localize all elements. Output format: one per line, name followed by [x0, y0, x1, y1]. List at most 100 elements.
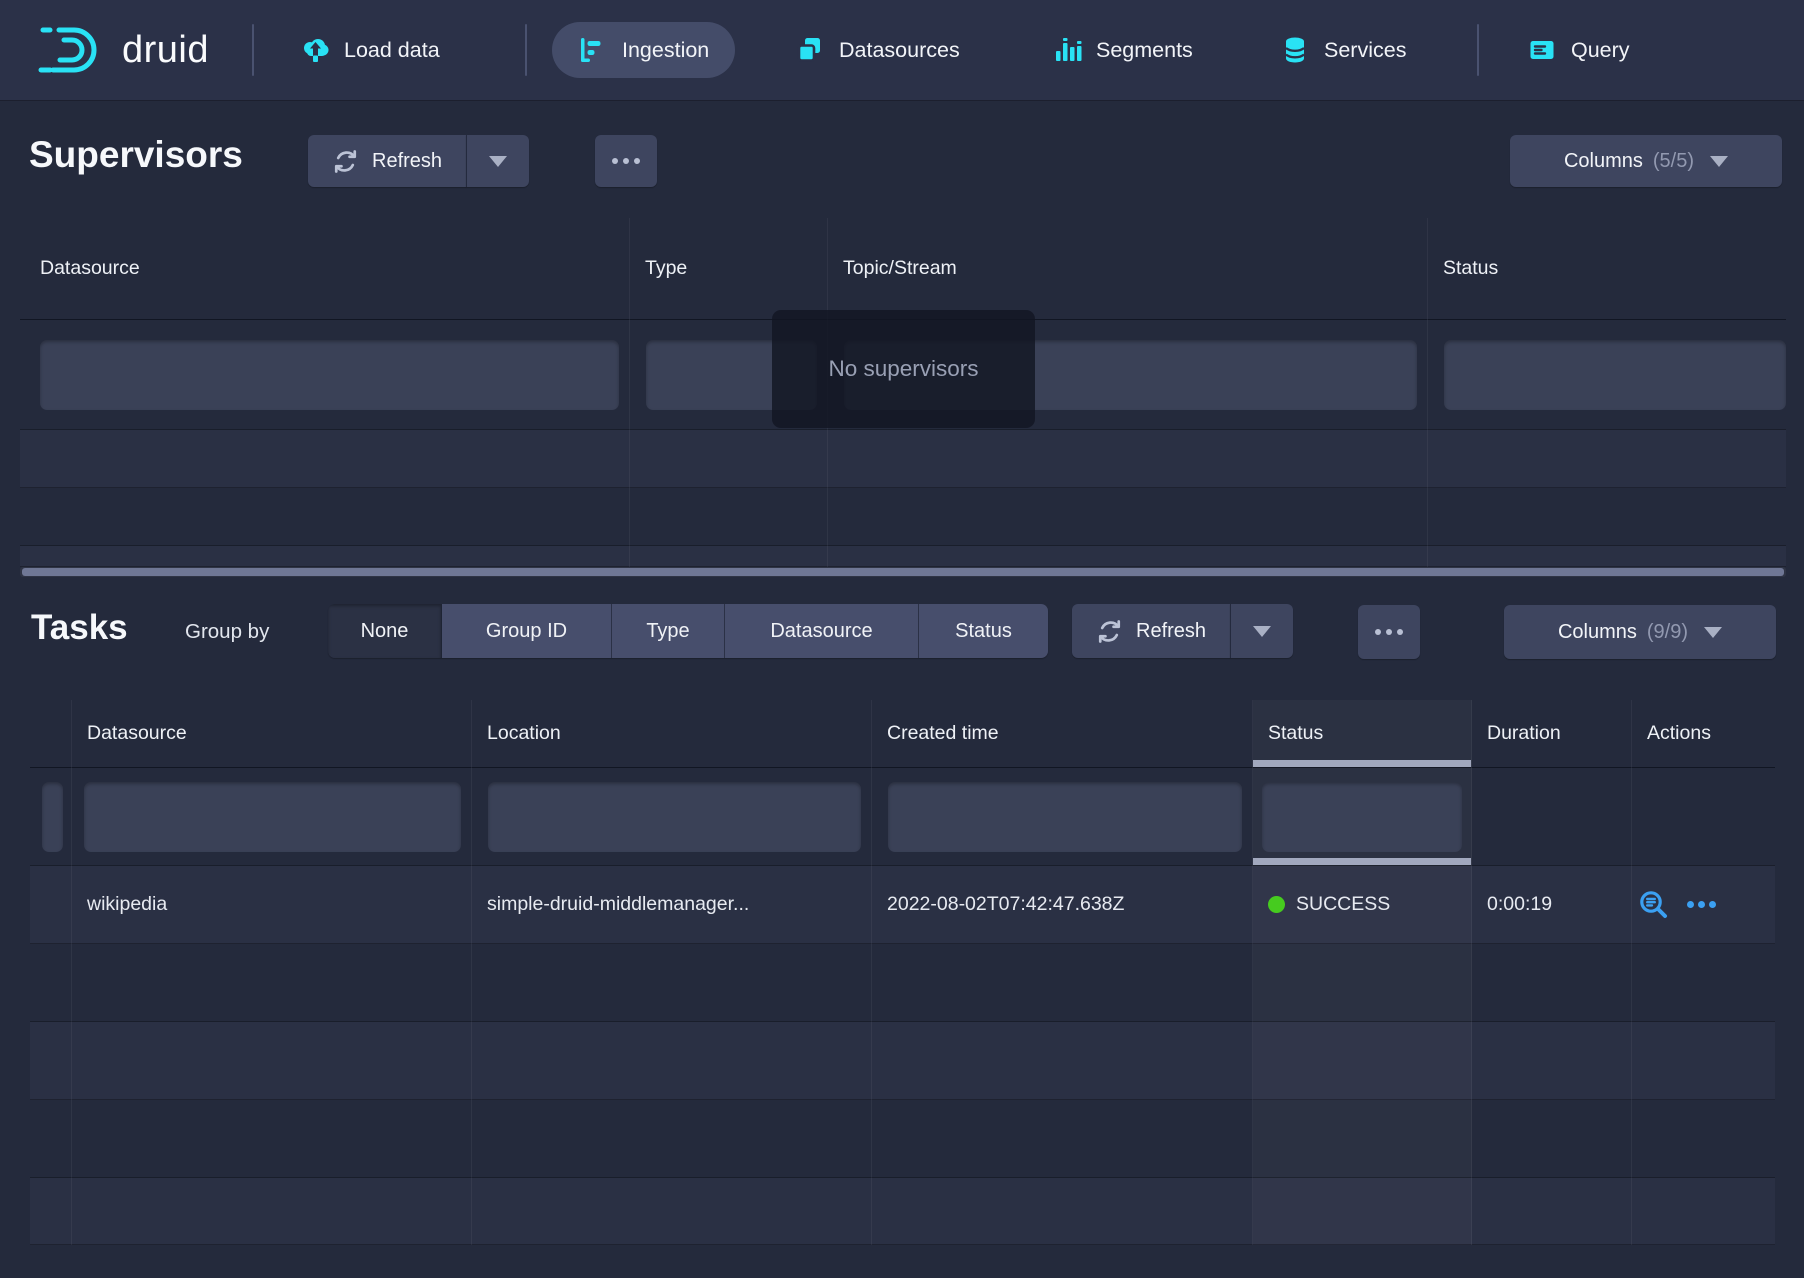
tasks-col-header-location[interactable]: Location: [472, 700, 872, 768]
table-cell: [1428, 430, 1786, 488]
tasks-location-filter-input[interactable]: [488, 782, 861, 852]
ellipsis-icon: [1375, 629, 1381, 635]
table-cell: [20, 546, 630, 567]
table-cell: [1632, 1178, 1775, 1245]
nav-item-segments[interactable]: Segments: [1052, 0, 1193, 100]
query-editor-icon: [1527, 35, 1557, 65]
task-more-actions-icon[interactable]: [1687, 901, 1716, 908]
table-cell: [1428, 320, 1786, 430]
supervisors-col-header-status[interactable]: Status: [1428, 218, 1786, 320]
table-cell: [472, 768, 872, 866]
table-cell: [30, 768, 72, 866]
table-cell: [1253, 768, 1472, 866]
table-cell: [30, 944, 72, 1022]
nav-item-label: Query: [1571, 38, 1630, 63]
tasks-col-header-duration[interactable]: Duration: [1472, 700, 1632, 768]
nav-item-services[interactable]: Services: [1280, 0, 1406, 100]
nav-item-label: Services: [1324, 38, 1406, 63]
nav-item-label: Segments: [1096, 38, 1193, 63]
supervisors-col-header-topic-stream[interactable]: Topic/Stream: [828, 218, 1428, 320]
tasks-refresh-button[interactable]: Refresh: [1072, 604, 1230, 658]
table-cell: [1632, 944, 1775, 1022]
status-dot-success: [1268, 896, 1285, 913]
table-cell: [630, 488, 828, 546]
cloud-upload-icon: [300, 35, 330, 65]
tasks-clipped-filter-input[interactable]: [42, 782, 63, 852]
druid-logo[interactable]: druid: [38, 0, 209, 100]
task-status-cell[interactable]: SUCCESS: [1253, 866, 1472, 944]
group-by-group-id-button[interactable]: Group ID: [442, 604, 612, 658]
refresh-icon: [1096, 618, 1123, 645]
nav-item-label: Datasources: [839, 38, 960, 63]
refresh-icon: [332, 148, 359, 175]
columns-label: Columns: [1558, 621, 1637, 644]
tasks-refresh-dropdown-button[interactable]: [1230, 604, 1293, 658]
supervisors-refresh-dropdown-button[interactable]: [466, 135, 529, 187]
table-cell: [1428, 488, 1786, 546]
tasks-col-header-actions[interactable]: Actions: [1632, 700, 1775, 768]
table-cell: [72, 768, 472, 866]
druid-console: druid Load data: [0, 0, 1804, 1278]
nav-item-query[interactable]: Query: [1527, 0, 1630, 100]
supervisors-status-filter-input[interactable]: [1444, 340, 1786, 410]
tasks-columns-button[interactable]: Columns (9/9): [1504, 605, 1776, 659]
supervisors-refresh-button[interactable]: Refresh: [308, 135, 466, 187]
task-created-time-cell[interactable]: 2022-08-02T07:42:47.638Z: [872, 866, 1253, 944]
tasks-more-button[interactable]: [1358, 605, 1420, 659]
nav-item-label: Load data: [344, 38, 440, 63]
task-actions-cell: [1632, 866, 1775, 944]
supervisors-columns-button[interactable]: Columns (5/5): [1510, 135, 1782, 187]
druid-logo-icon: [38, 22, 108, 78]
database-icon: [1280, 35, 1310, 65]
tasks-created-time-filter-input[interactable]: [888, 782, 1242, 852]
task-datasource-cell[interactable]: wikipedia: [72, 866, 472, 944]
tasks-col-header-created-time[interactable]: Created time: [872, 700, 1253, 768]
table-cell: [630, 430, 828, 488]
table-cell: [72, 1178, 472, 1245]
supervisors-col-header-type[interactable]: Type: [630, 218, 828, 320]
table-cell: [828, 488, 1428, 546]
task-details-magnifier-icon[interactable]: [1638, 889, 1669, 920]
table-cell: [872, 768, 1253, 866]
group-by-none-button[interactable]: None: [328, 604, 442, 658]
nav-divider: [252, 24, 254, 76]
refresh-label: Refresh: [372, 150, 442, 173]
table-cell: [1472, 1178, 1632, 1245]
tasks-title: Tasks: [31, 608, 128, 648]
supervisors-col-header-datasource[interactable]: Datasource: [20, 218, 630, 320]
chevron-down-icon: [1710, 156, 1728, 167]
table-cell: [472, 1100, 872, 1178]
tasks-col-header-datasource[interactable]: Datasource: [72, 700, 472, 768]
logo-text: druid: [122, 29, 209, 72]
supervisors-refresh-split-button: Refresh: [308, 135, 529, 187]
bar-chart-icon: [1052, 35, 1082, 65]
group-by-datasource-button[interactable]: Datasource: [725, 604, 919, 658]
task-location-cell[interactable]: simple-druid-middlemanager...: [472, 866, 872, 944]
group-by-status-button[interactable]: Status: [919, 604, 1048, 658]
task-duration-cell[interactable]: 0:00:19: [1472, 866, 1632, 944]
scrollbar-thumb[interactable]: [22, 568, 1784, 576]
table-cell: [1472, 768, 1632, 866]
table-cell: [30, 1100, 72, 1178]
table-cell: [1632, 1022, 1775, 1100]
nav-item-load-data[interactable]: Load data: [300, 0, 440, 100]
columns-count: (5/5): [1653, 150, 1694, 173]
table-cell: [472, 944, 872, 1022]
nav-divider: [1477, 24, 1479, 76]
nav-item-label: Ingestion: [622, 38, 709, 63]
tasks-col-header-clipped[interactable]: [30, 700, 72, 768]
supervisors-datasource-filter-input[interactable]: [40, 340, 619, 410]
tasks-datasource-filter-input[interactable]: [84, 782, 461, 852]
table-cell: [1253, 1178, 1472, 1245]
supervisors-more-button[interactable]: [595, 135, 657, 187]
nav-item-datasources[interactable]: Datasources: [795, 0, 960, 100]
tasks-col-header-status[interactable]: Status: [1253, 700, 1472, 768]
chevron-down-icon: [1704, 627, 1722, 638]
nav-item-ingestion[interactable]: Ingestion: [552, 22, 735, 78]
ingestion-chart-icon: [578, 35, 608, 65]
group-by-type-button[interactable]: Type: [612, 604, 725, 658]
table-cell: [20, 430, 630, 488]
table-cell: [472, 1022, 872, 1100]
tasks-status-filter-input[interactable]: [1262, 782, 1462, 852]
table-cell: [72, 944, 472, 1022]
